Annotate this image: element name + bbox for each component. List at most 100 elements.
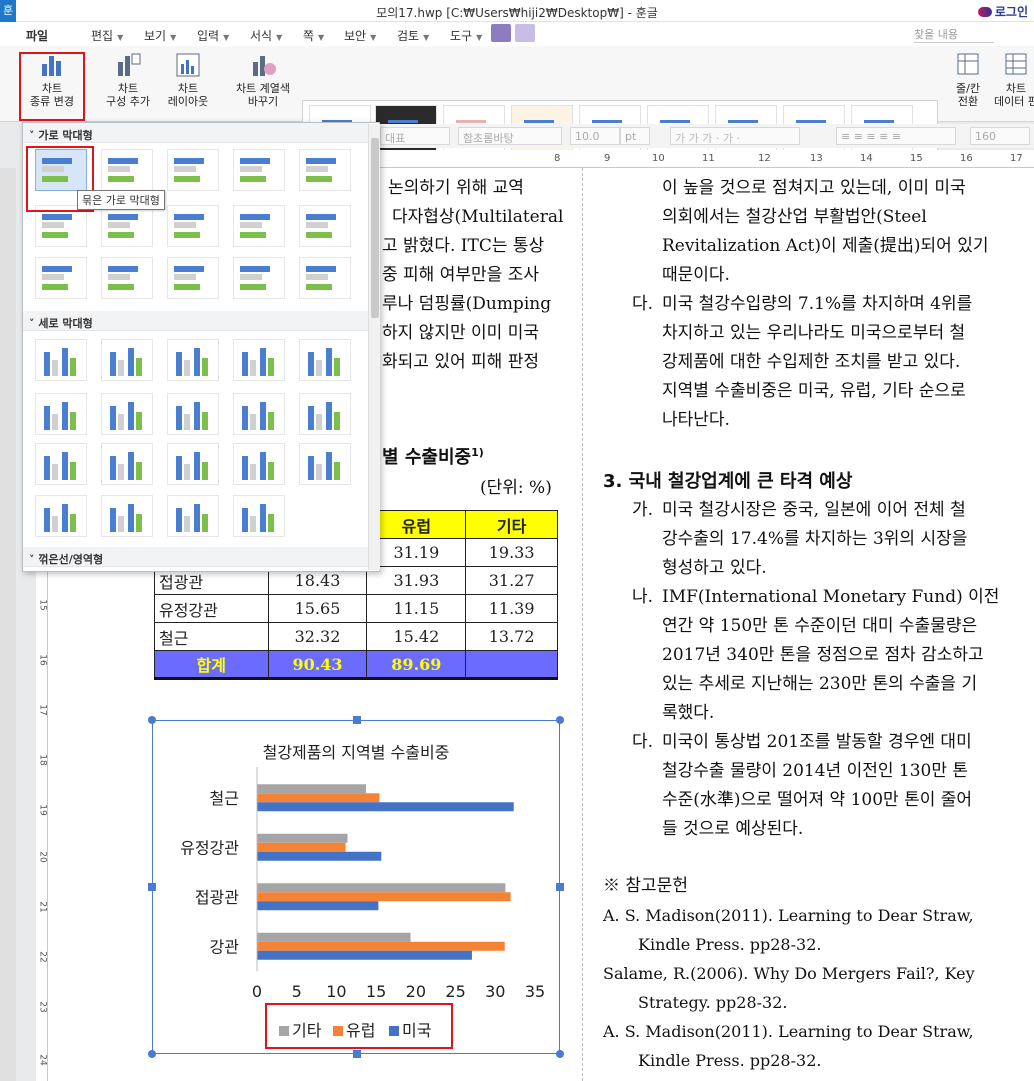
chart-type-option-horizontal[interactable] xyxy=(101,205,153,247)
table-cell: 90.43 xyxy=(267,650,368,680)
chart-type-option-horizontal[interactable] xyxy=(167,257,219,299)
zoom-input[interactable]: 160 xyxy=(970,127,1030,145)
account-icon xyxy=(977,7,992,17)
chart-type-option-vertical[interactable] xyxy=(233,495,285,537)
chart-type-option-horizontal[interactable] xyxy=(167,205,219,247)
bar-기타[interactable] xyxy=(257,784,366,794)
table-cell: 합계 xyxy=(154,650,269,680)
font-unit-select[interactable]: pt xyxy=(620,127,650,145)
bar-미국[interactable] xyxy=(257,901,379,911)
ruler-tick: 18 xyxy=(37,754,48,766)
chart-type-option-horizontal[interactable] xyxy=(233,257,285,299)
bar-미국[interactable] xyxy=(257,950,472,960)
chart-type-option-horizontal[interactable] xyxy=(299,205,351,247)
x-tick-label: 35 xyxy=(525,982,545,1001)
chart-type-option-vertical[interactable] xyxy=(167,393,219,435)
bar-유럽[interactable] xyxy=(257,793,380,803)
ruler-tick: 10 xyxy=(652,153,665,164)
dropdown-scrollbar[interactable] xyxy=(368,124,380,570)
chart-plot[interactable]: 강관 접광관 유정강관 철근 0 5 10 15 20 25 30 35 xyxy=(153,721,559,1011)
chart-data-edit-label: 차트 데이터 편 xyxy=(994,82,1034,108)
chart-config-add-button[interactable]: 차트 구성 추가 xyxy=(100,50,156,108)
chart-type-option-vertical[interactable] xyxy=(167,443,219,485)
menu-tools[interactable]: 도구 ▼ xyxy=(450,27,482,44)
reference-line: A. S. Madison(2011). Learning to Dear St… xyxy=(603,906,974,925)
table-icon xyxy=(1002,50,1030,78)
font-select[interactable]: 함초롬바탕 xyxy=(458,127,562,145)
legend-item: 유럽 xyxy=(333,1017,375,1041)
resize-handle[interactable] xyxy=(148,1050,156,1058)
resize-handle[interactable] xyxy=(353,1050,361,1058)
align-buttons[interactable]: ≡ ≡ ≡ ≡ ≡ xyxy=(836,127,956,145)
chart-type-option-horizontal[interactable] xyxy=(101,257,153,299)
font-size-input[interactable]: 10.0 xyxy=(570,127,620,145)
bar-유럽[interactable] xyxy=(257,941,505,951)
chart-object[interactable]: 철강제품의 지역별 수출비중 강관 접광관 유정강관 철근 0 5 10 15 20 25 30 35… xyxy=(148,716,564,1058)
chart-type-option-vertical[interactable] xyxy=(101,393,153,435)
chart-layout-button[interactable]: 차트 레이아웃 xyxy=(160,50,216,108)
menu-edit[interactable]: 편집 ▼ xyxy=(91,27,123,44)
chart-type-option-vertical[interactable] xyxy=(299,393,351,435)
bar-기타[interactable] xyxy=(257,833,348,843)
category-label: 강관 xyxy=(210,937,240,956)
chart-type-option-horizontal[interactable] xyxy=(101,149,153,191)
chart-type-option-horizontal[interactable] xyxy=(233,149,285,191)
search-input[interactable]: 찾을 내용 xyxy=(914,26,994,43)
chart-type-option-vertical[interactable] xyxy=(35,393,87,435)
table-cell: 19.33 xyxy=(465,538,558,567)
text-style-buttons[interactable]: 가 가 가 · 가 · xyxy=(670,127,800,145)
chart-legend[interactable]: 기타 유럽 미국 xyxy=(265,1003,453,1049)
body-line: 미국이 통상법 201조를 발동할 경우엔 대미 xyxy=(662,732,972,752)
chart-format-tab-icon[interactable] xyxy=(515,24,535,42)
chart-type-option-vertical[interactable] xyxy=(35,443,87,485)
menu-view[interactable]: 보기 ▼ xyxy=(144,27,176,44)
chart-layout-icon xyxy=(174,50,202,78)
chart-type-option-vertical[interactable] xyxy=(35,339,87,381)
chart-type-option-vertical[interactable] xyxy=(233,393,285,435)
chart-color-change-button[interactable]: 차트 계열색 바꾸기 xyxy=(228,50,298,108)
ruler-tick: 23 xyxy=(37,1001,48,1013)
bar-미국[interactable] xyxy=(257,802,514,812)
menu-review[interactable]: 검토 ▼ xyxy=(397,27,429,44)
chart-type-option-vertical[interactable] xyxy=(299,339,351,381)
style-select[interactable]: 대표 xyxy=(380,127,450,145)
menu-security[interactable]: 보안 ▼ xyxy=(344,27,376,44)
row-col-switch-button[interactable]: 줄/칸 전환 xyxy=(948,50,988,108)
chart-type-option-horizontal[interactable] xyxy=(299,257,351,299)
chart-type-option-horizontal[interactable] xyxy=(167,149,219,191)
table-cell: 15.42 xyxy=(366,622,467,651)
chart-type-option-vertical[interactable] xyxy=(299,443,351,485)
resize-handle[interactable] xyxy=(556,1050,564,1058)
ruler-tick: 24 xyxy=(37,1054,48,1066)
chart-type-option-horizontal[interactable] xyxy=(35,257,87,299)
menu-file[interactable]: 파일 xyxy=(26,27,48,44)
chart-type-option-vertical[interactable] xyxy=(101,443,153,485)
column-divider xyxy=(582,168,583,1081)
chart-type-option-vertical[interactable] xyxy=(101,339,153,381)
chart-type-option-vertical[interactable] xyxy=(233,339,285,381)
chart-type-option-vertical[interactable] xyxy=(101,495,153,537)
bar-유럽[interactable] xyxy=(257,842,346,852)
menu-format[interactable]: 서식 ▼ xyxy=(250,27,282,44)
bar-기타[interactable] xyxy=(257,883,506,893)
chart-type-option-vertical[interactable] xyxy=(233,443,285,485)
login-button[interactable]: 로그인 xyxy=(977,3,1028,20)
chart-type-option-vertical[interactable] xyxy=(167,495,219,537)
scroll-thumb[interactable] xyxy=(371,138,379,318)
table-cell: 유정강관 xyxy=(154,594,269,623)
menu-insert[interactable]: 입력 ▼ xyxy=(197,27,229,44)
chart-type-option-horizontal[interactable] xyxy=(299,149,351,191)
chart-data-edit-button[interactable]: 차트 데이터 편 xyxy=(994,50,1034,108)
horizontal-ruler[interactable]: 8 9 10 11 12 13 14 15 16 17 xyxy=(380,150,1034,168)
bar-미국[interactable] xyxy=(257,851,382,861)
chart-type-option-vertical[interactable] xyxy=(167,339,219,381)
menu-page[interactable]: 쪽 ▼ xyxy=(303,27,324,44)
section-horizontal-bar: ˅ 가로 막대형 xyxy=(29,129,93,142)
chart-type-option-vertical[interactable] xyxy=(35,495,87,537)
list-bullet: 다. xyxy=(632,294,654,314)
chart-design-tab-icon[interactable] xyxy=(491,24,511,42)
bar-유럽[interactable] xyxy=(257,892,511,902)
bar-기타[interactable] xyxy=(257,932,411,942)
body-line: IMF(International Monetary Fund) 이전 xyxy=(662,587,1000,607)
chart-type-option-horizontal[interactable] xyxy=(233,205,285,247)
